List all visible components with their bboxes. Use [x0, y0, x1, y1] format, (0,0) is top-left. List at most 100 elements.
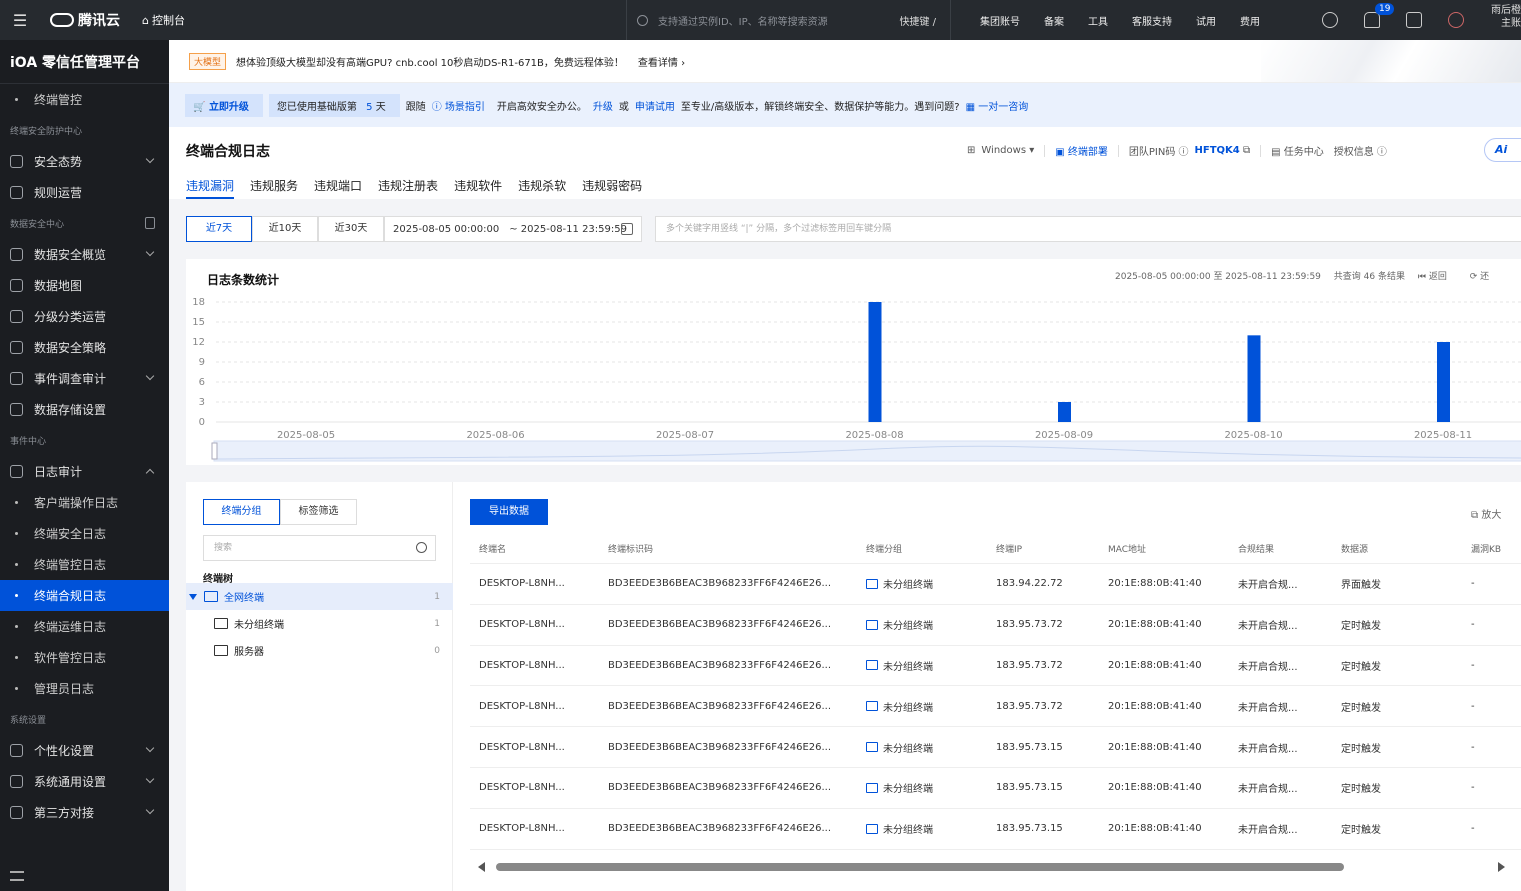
sidebar-item[interactable]: 数据存储设置 [0, 394, 169, 425]
tab-3[interactable]: 违规注册表 [378, 177, 438, 199]
sidebar-item[interactable]: 系统通用设置 [0, 766, 169, 797]
top-link[interactable]: 工具 [1088, 13, 1108, 28]
sidebar-subitem[interactable]: 管理员日志 [0, 673, 169, 704]
task-center-link[interactable]: ▤ 任务中心 [1271, 143, 1324, 158]
pin-info-icon[interactable]: ⓘ [1175, 143, 1189, 158]
top-link[interactable]: 集团账号 [980, 13, 1020, 28]
date-range-picker[interactable]: 2025-08-05 00:00:00 ~ 2025-08-11 23:59:5… [384, 216, 642, 242]
range-10d-button[interactable]: 近10天 [252, 216, 318, 242]
sidebar-item[interactable]: 数据安全概览 [0, 239, 169, 270]
sidebar-item[interactable]: 规则运营 [0, 177, 169, 208]
table-row[interactable]: DESKTOP-L8NH... BD3EEDE3B6BEAC3B968233FF6… [470, 768, 1521, 809]
tab-terminal-group[interactable]: 终端分组 [203, 499, 280, 525]
console-link[interactable]: ⌂ 控制台 [142, 12, 185, 28]
os-select[interactable]: Windows ▾ [981, 145, 1034, 156]
column-header[interactable]: 终端标识码 [599, 542, 857, 555]
sidebar-item[interactable]: 数据安全策略 [0, 332, 169, 363]
tab-0[interactable]: 违规漏洞 [186, 177, 235, 199]
top-link[interactable]: 客服支持 [1132, 13, 1172, 28]
sidebar-subitem[interactable]: 终端合规日志 [0, 580, 169, 611]
sidebar-item[interactable]: 个性化设置 [0, 735, 169, 766]
tab-tag-filter[interactable]: 标签筛选 [280, 499, 357, 525]
chevron-down-icon[interactable] [145, 743, 155, 753]
range-30d-button[interactable]: 近30天 [318, 216, 384, 242]
license-info-icon[interactable]: ⓘ [1374, 143, 1387, 158]
tab-6[interactable]: 违规弱密码 [582, 177, 642, 199]
column-header[interactable]: 终端分组 [857, 542, 987, 555]
upgrade-link[interactable]: 升级 [593, 98, 613, 113]
scroll-right-icon[interactable] [1498, 862, 1505, 872]
column-header[interactable]: 终端IP [987, 542, 1099, 555]
bar[interactable] [1247, 335, 1261, 422]
table-row[interactable]: DESKTOP-L8NH... BD3EEDE3B6BEAC3B968233FF6… [470, 727, 1521, 768]
column-header[interactable]: MAC地址 [1099, 542, 1229, 555]
range-7d-button[interactable]: 近7天 [186, 216, 252, 242]
sidebar-item[interactable]: 日志审计 [0, 456, 169, 487]
message-icon[interactable] [1406, 12, 1422, 28]
ai-assistant-button[interactable]: Ai [1484, 138, 1521, 162]
tab-2[interactable]: 违规端口 [314, 177, 362, 199]
table-horizontal-scrollbar[interactable] [470, 860, 1521, 874]
chevron-up-icon[interactable] [145, 468, 155, 478]
table-row[interactable]: DESKTOP-L8NH... BD3EEDE3B6BEAC3B968233FF6… [470, 646, 1521, 687]
sidebar-subitem[interactable]: 软件管控日志 [0, 642, 169, 673]
collapse-sidebar-icon[interactable] [10, 871, 24, 881]
license-link[interactable]: 授权信息 [1334, 143, 1374, 158]
bar[interactable] [868, 302, 882, 422]
tree-search-input[interactable]: 搜索 [203, 535, 436, 561]
zoom-button[interactable]: ⧉ 放大 [1471, 506, 1501, 521]
table-row[interactable]: DESKTOP-L8NH... BD3EEDE3B6BEAC3B968233FF6… [470, 686, 1521, 728]
sidebar-subitem[interactable]: 终端管控 [0, 84, 169, 115]
caret-down-icon[interactable] [189, 593, 197, 600]
apply-trial-link[interactable]: 申请试用 [635, 98, 675, 113]
bar[interactable] [1437, 342, 1450, 422]
sidebar-subitem[interactable]: 终端管控日志 [0, 549, 169, 580]
sidebar-item[interactable]: 第三方对接 [0, 797, 169, 828]
global-search-input[interactable]: 支持通过实例ID、IP、名称等搜索资源 快捷键 / [626, 0, 951, 40]
promo-more-link[interactable]: 查看详情 › [638, 54, 685, 69]
bar[interactable] [1058, 402, 1071, 422]
sidebar-item[interactable]: 分级分类运营 [0, 301, 169, 332]
top-link[interactable]: 费用 [1240, 13, 1260, 28]
sidebar-item[interactable]: 事件调查审计 [0, 363, 169, 394]
consult-link[interactable]: ▦ 一对一咨询 [966, 98, 1035, 113]
tree-node[interactable]: 全网终端 1 [186, 583, 453, 610]
sidebar-subitem[interactable]: 终端运维日志 [0, 611, 169, 642]
deploy-link[interactable]: ▣ 终端部署 [1055, 143, 1108, 158]
column-header[interactable]: 数据源 [1332, 542, 1462, 555]
assistant-icon[interactable] [1448, 12, 1464, 28]
upgrade-now-button[interactable]: 🛒 立即升级 [185, 93, 263, 117]
column-header[interactable]: 合规结果 [1229, 542, 1332, 555]
top-link[interactable]: 备案 [1044, 13, 1064, 28]
table-row[interactable]: DESKTOP-L8NH... BD3EEDE3B6BEAC3B968233FF6… [470, 809, 1521, 850]
sidebar-subitem[interactable]: 客户端操作日志 [0, 487, 169, 518]
sidebar-item[interactable]: 数据地图 [0, 270, 169, 301]
feedback-icon[interactable] [1322, 12, 1338, 28]
chevron-down-icon[interactable] [145, 154, 155, 164]
column-header[interactable]: 终端名 [470, 542, 599, 555]
chevron-down-icon[interactable] [145, 371, 155, 381]
chevron-down-icon[interactable] [145, 805, 155, 815]
chart-back-button[interactable]: ⏮ 返回 [1418, 272, 1457, 282]
tree-node[interactable]: 服务器 0 [186, 637, 453, 664]
sidebar-item[interactable]: 安全态势 [0, 146, 169, 177]
copy-icon[interactable]: ⧉ [1240, 145, 1250, 156]
hamburger-menu-icon[interactable]: ☰ [0, 11, 40, 30]
brand-logo[interactable]: 腾讯云 [50, 10, 120, 30]
export-data-button[interactable]: 导出数据 [470, 499, 548, 525]
chart-restore-button[interactable]: ⟳ 还 [1470, 272, 1499, 282]
tab-1[interactable]: 违规服务 [250, 177, 298, 199]
scrollbar-thumb[interactable] [496, 863, 1344, 871]
column-header[interactable]: 漏洞KB [1462, 542, 1521, 555]
bell-icon[interactable]: 19 [1364, 3, 1395, 28]
table-row[interactable]: DESKTOP-L8NH... BD3EEDE3B6BEAC3B968233FF6… [470, 564, 1521, 605]
chevron-down-icon[interactable] [145, 774, 155, 784]
user-account[interactable]: 雨后橙 主账 [1489, 4, 1521, 30]
scene-guide-link[interactable]: ⓘ 场景指引 [432, 98, 491, 113]
sidebar-subitem[interactable]: 终端安全日志 [0, 518, 169, 549]
chevron-down-icon[interactable] [145, 247, 155, 257]
data-zoom-handle[interactable] [211, 442, 218, 460]
top-link[interactable]: 试用 [1196, 13, 1216, 28]
scroll-left-icon[interactable] [478, 862, 485, 872]
table-row[interactable]: DESKTOP-L8NH... BD3EEDE3B6BEAC3B968233FF6… [470, 605, 1521, 646]
